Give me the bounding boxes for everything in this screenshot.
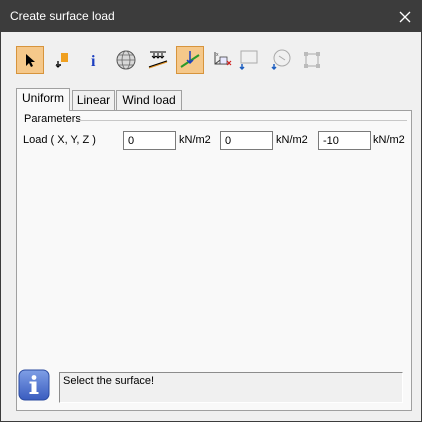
load-z-input[interactable] [318, 131, 371, 150]
load-x-unit: kN/m2 [179, 134, 211, 146]
title-bar: Create surface load [1, 1, 421, 32]
circle-icon [271, 49, 291, 71]
window-title: Create surface load [10, 9, 115, 23]
load-y-input[interactable] [220, 131, 273, 150]
tab-linear[interactable]: Linear [72, 90, 115, 110]
rectangle-icon [239, 50, 258, 71]
svg-text:i: i [91, 53, 96, 69]
load-arrows-icon [148, 51, 168, 69]
surface-load-icon [180, 51, 200, 68]
svg-text:x: x [216, 52, 219, 58]
load-arrows-button[interactable] [144, 46, 172, 74]
tab-uniform[interactable]: Uniform [16, 88, 70, 111]
axes-button[interactable]: x [208, 46, 236, 74]
parameters-group-label: Parameters [24, 113, 81, 125]
status-area: Select the surface! [18, 361, 406, 405]
axes-icon: x [214, 52, 232, 66]
load-label: Load ( X, Y, Z ) [23, 134, 96, 146]
pick-surface-button[interactable] [48, 46, 76, 74]
status-message-box: Select the surface! [59, 372, 403, 403]
select-arrow-icon [26, 54, 35, 67]
create-surface-load-dialog: Create surface load i x Uniform Linear W… [0, 0, 422, 422]
load-x-input[interactable] [123, 131, 176, 150]
info-icon [18, 369, 50, 401]
rectangle-button[interactable] [234, 46, 262, 74]
uniform-panel: Parameters Load ( X, Y, Z ) kN/m2 kN/m2 … [16, 110, 412, 411]
polygon-icon [304, 52, 320, 68]
close-icon [399, 11, 411, 22]
sphere-icon [116, 50, 136, 70]
surface-load-button[interactable] [176, 46, 204, 74]
info-icon: i [91, 53, 96, 69]
surface-pick-icon [55, 53, 68, 68]
tab-wind-load[interactable]: Wind load [116, 90, 182, 110]
circle-button[interactable] [266, 46, 294, 74]
info-button[interactable]: i [80, 46, 108, 74]
sphere-button[interactable] [112, 46, 140, 74]
close-button[interactable] [389, 1, 421, 32]
load-y-unit: kN/m2 [276, 134, 308, 146]
status-message: Select the surface! [63, 375, 155, 387]
toolbar: i x [16, 46, 336, 74]
select-tool-button[interactable] [16, 46, 44, 74]
parameters-divider [77, 120, 407, 121]
polygon-button[interactable] [298, 46, 326, 74]
load-z-unit: kN/m2 [373, 134, 405, 146]
